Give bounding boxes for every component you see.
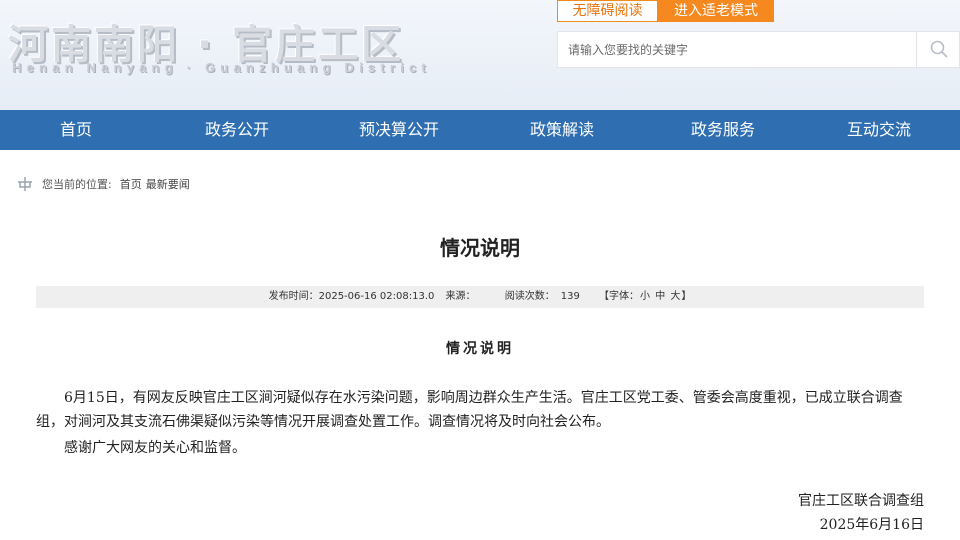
font-small-link[interactable]: 小 (640, 291, 650, 302)
search-button[interactable] (916, 32, 960, 67)
publish-time-label: 发布时间：2025-06-16 02:08:13.0 (269, 291, 435, 302)
breadcrumb-item-home[interactable]: 首页 (120, 176, 142, 192)
publish-label-text: 发布时间： (268, 291, 319, 302)
nav-item-policy-interpretation[interactable]: 政策解读 (476, 110, 648, 150)
top-buttons: 无障碍阅读 进入适老模式 (557, 0, 774, 22)
font-size-control: 【字体：小 中 大】 (599, 291, 691, 302)
site-logo-english: Henan Nanyang · Guanzhuang District (12, 60, 431, 75)
views-count: 139 (560, 291, 580, 302)
article-title: 情况说明 (440, 236, 520, 260)
nav-item-interaction[interactable]: 互动交流 (798, 110, 960, 150)
location-icon (18, 177, 32, 191)
font-label-open: 【字体： (599, 291, 640, 302)
breadcrumb-item-latest-news[interactable]: 最新要闻 (146, 176, 190, 192)
accessibility-reading-button[interactable]: 无障碍阅读 (557, 0, 658, 22)
nav-item-home[interactable]: 首页 (0, 110, 152, 150)
article-meta: 发布时间：2025-06-16 02:08:13.0 来源： 阅读次数： 139 … (36, 286, 924, 308)
elder-mode-button[interactable]: 进入适老模式 (658, 0, 774, 22)
nav-item-government-affairs[interactable]: 政务公开 (152, 110, 322, 150)
search-input[interactable] (558, 32, 916, 67)
main-nav: 首页 政务公开 预决算公开 政策解读 政务服务 互动交流 (0, 110, 960, 150)
article-signature: 官庄工区联合调查组 (798, 493, 924, 509)
source-label: 来源： (445, 291, 476, 302)
views-label: 阅读次数： 139 (505, 291, 584, 302)
publish-time: 2025-06-16 02:08:13.0 (318, 291, 435, 302)
article-subtitle: 情况说明 (446, 341, 514, 357)
search-box (557, 31, 960, 68)
article-paragraph-1: 6月15日，有网友反映官庄工区涧河疑似存在水污染问题，影响周边群众生产生活。官庄… (36, 390, 903, 430)
breadcrumb: 您当前的位置: 首页 最新要闻 (16, 174, 194, 194)
font-large-link[interactable]: 大 (670, 291, 680, 302)
breadcrumb-prefix: 您当前的位置: (42, 178, 112, 191)
article-date: 2025年6月16日 (819, 517, 924, 533)
site-header: 河南南阳 · 官庄工区 Henan Nanyang · Guanzhuang D… (0, 0, 960, 110)
views-label-text: 阅读次数： (504, 291, 555, 302)
font-medium-link[interactable]: 中 (655, 291, 665, 302)
article-paragraph-2: 感谢广大网友的关心和监督。 (64, 440, 246, 456)
nav-item-budget[interactable]: 预决算公开 (322, 110, 476, 150)
search-icon (930, 40, 948, 58)
nav-item-government-services[interactable]: 政务服务 (648, 110, 798, 150)
font-label-close: 】 (681, 291, 692, 302)
